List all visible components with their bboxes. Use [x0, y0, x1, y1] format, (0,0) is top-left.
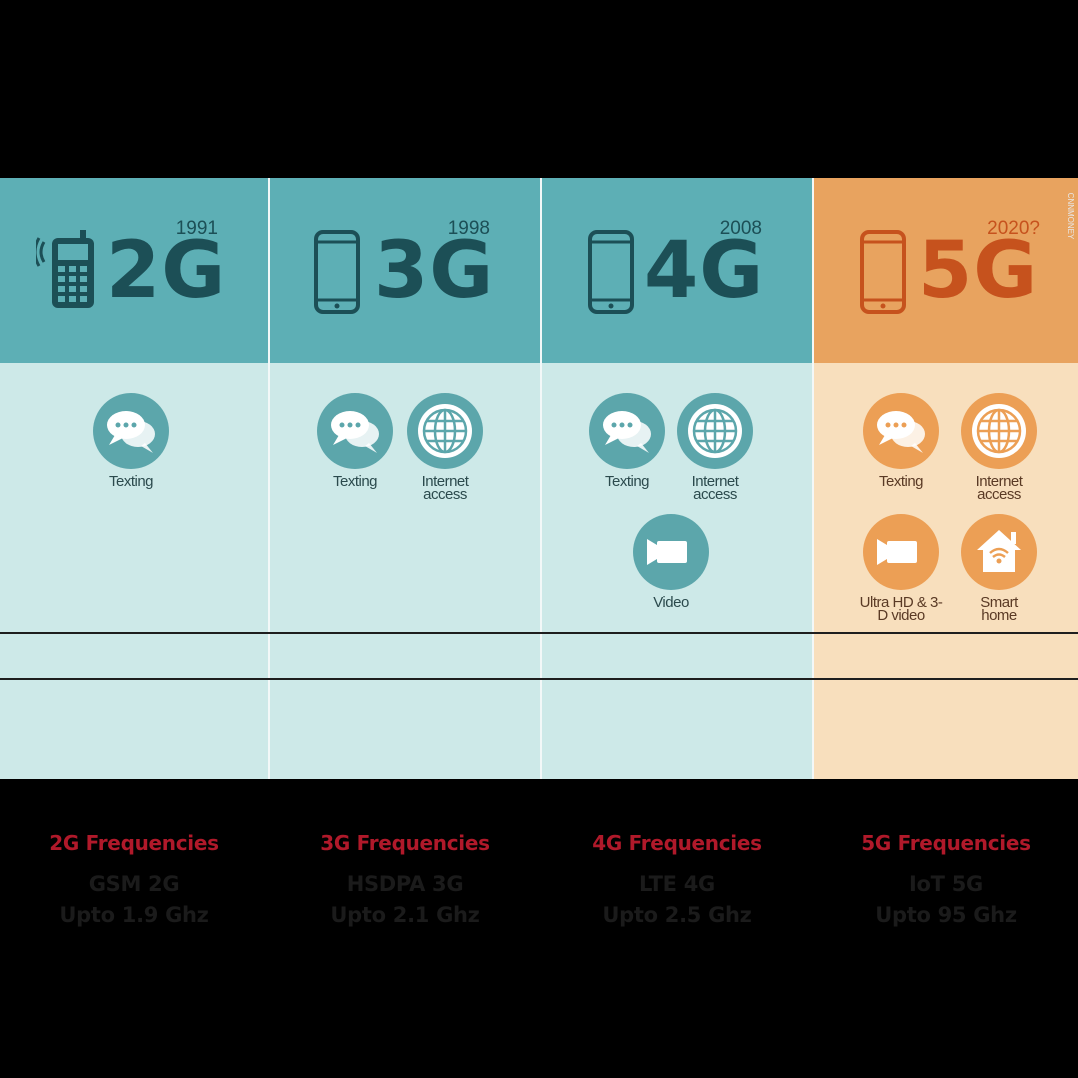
feature-label: Smart home — [980, 594, 1018, 624]
feature-video: Video — [616, 514, 726, 611]
chat-bubbles-icon — [107, 411, 155, 453]
feature-internet: Internet access — [944, 393, 1054, 503]
feature-ultra-hd-video: Ultra HD & 3-D video — [846, 514, 956, 624]
header-5g: 2020? 5G — [814, 178, 1078, 363]
spec-frequency: Upto 1.9 Ghz — [59, 903, 209, 927]
generations-infographic: 1991 2G Texting 2G Frequencies GSM 2G Up… — [0, 178, 1078, 927]
feature-label: Texting — [108, 473, 154, 490]
smartphone-icon — [314, 230, 360, 314]
spec-text: LTE 4G Upto 2.5 Ghz — [542, 869, 812, 931]
feature-label: Internet access — [691, 473, 739, 503]
feature-smart-home: Smart home — [944, 514, 1054, 624]
spec-text: GSM 2G Upto 1.9 Ghz — [0, 869, 268, 931]
generation-label: 4G — [644, 226, 765, 316]
spec-frequency: Upto 2.5 Ghz — [602, 903, 752, 927]
column-5g: 2020? 5G Texting Internet access Ultra H… — [814, 178, 1078, 927]
smart-home-icon — [977, 530, 1021, 572]
column-2g: 1991 2G Texting 2G Frequencies GSM 2G Up… — [0, 178, 270, 927]
divider-bottom — [0, 678, 1078, 680]
feature-label: Video — [653, 594, 689, 611]
spec-frequency: Upto 2.1 Ghz — [330, 903, 480, 927]
feature-internet: Internet access — [660, 393, 770, 503]
feature-label: Internet access — [421, 473, 469, 503]
features-3g: Texting Internet access 3G Frequencies H… — [270, 363, 540, 927]
header-3g: 1998 3G — [270, 178, 540, 363]
spec-standard: HSDPA 3G — [346, 872, 464, 896]
watermark: CNNMONEY — [1066, 193, 1075, 240]
globe-icon — [688, 404, 742, 458]
header-2g: 1991 2G — [0, 178, 268, 363]
spec-standard: IoT 5G — [909, 872, 983, 896]
spec-standard: GSM 2G — [88, 872, 180, 896]
frequency-title: 3G Frequencies — [320, 831, 490, 855]
globe-icon — [972, 404, 1026, 458]
chat-bubbles-icon — [331, 411, 379, 453]
video-camera-icon — [647, 539, 687, 565]
smartphone-icon — [588, 230, 634, 314]
spec-text: HSDPA 3G Upto 2.1 Ghz — [270, 869, 540, 931]
spec-text: IoT 5G Upto 95 Ghz — [814, 869, 1078, 931]
feature-phone-icon — [36, 230, 94, 308]
column-3g: 1998 3G Texting Internet access 3G Frequ… — [270, 178, 542, 927]
features-5g: Texting Internet access Ultra HD & 3-D v… — [814, 363, 1078, 927]
features-4g: Texting Internet access Video 4G Frequen… — [542, 363, 812, 927]
feature-label: Texting — [878, 473, 924, 490]
frequency-title: 2G Frequencies — [49, 831, 219, 855]
divider-top — [0, 632, 1078, 634]
generation-label: 5G — [918, 226, 1039, 316]
svg-text:CNNMONEY: CNNMONEY — [1066, 193, 1075, 240]
chat-bubbles-icon — [877, 411, 925, 453]
features-2g: Texting 2G Frequencies GSM 2G Upto 1.9 G… — [0, 363, 268, 927]
frequency-title: 5G Frequencies — [861, 831, 1031, 855]
smartphone-icon — [860, 230, 906, 314]
feature-texting: Texting — [76, 393, 186, 490]
globe-icon — [418, 404, 472, 458]
chat-bubbles-icon — [603, 411, 651, 453]
column-4g: 2008 4G Texting Internet access Video 4G… — [542, 178, 814, 927]
feature-label: Internet access — [975, 473, 1023, 503]
spec-frequency: Upto 95 Ghz — [875, 903, 1017, 927]
video-camera-icon — [877, 539, 917, 565]
feature-internet: Internet access — [390, 393, 500, 503]
frequency-title: 4G Frequencies — [592, 831, 762, 855]
header-4g: 2008 4G — [542, 178, 812, 363]
generation-label: 2G — [106, 226, 227, 316]
feature-texting: Texting — [846, 393, 956, 490]
spec-standard: LTE 4G — [639, 872, 715, 896]
feature-label: Ultra HD & 3-D video — [859, 594, 943, 624]
generation-label: 3G — [374, 226, 495, 316]
